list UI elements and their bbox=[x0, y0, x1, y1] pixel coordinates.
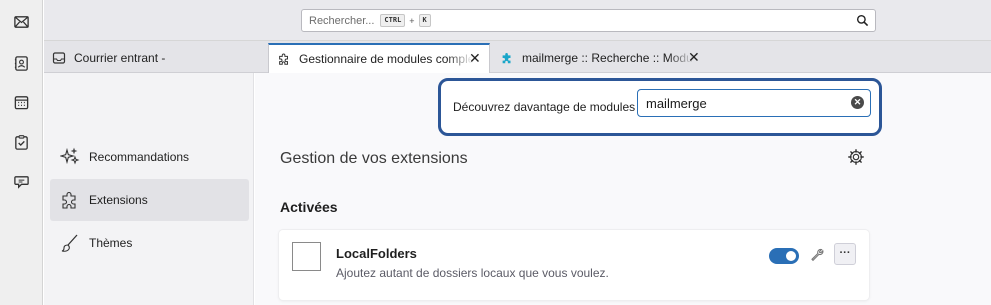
shortcut-plus: + bbox=[409, 15, 415, 26]
tasks-space-button[interactable] bbox=[11, 132, 31, 152]
tab-title: mailmerge :: Recherche :: Modules p bbox=[522, 51, 694, 65]
spaces-toolbar bbox=[0, 0, 43, 305]
calendar-space-button[interactable] bbox=[11, 92, 31, 112]
addon-enable-toggle[interactable] bbox=[769, 248, 799, 264]
calendar-icon bbox=[14, 95, 28, 109]
tab-inbox[interactable]: Courrier entrant - bbox=[44, 44, 256, 72]
puzzle-icon bbox=[62, 191, 76, 209]
mail-space-button[interactable] bbox=[11, 11, 31, 31]
close-tab-icon[interactable]: ✕ bbox=[688, 50, 702, 64]
section-heading-enabled: Activées bbox=[280, 199, 338, 215]
puzzle-icon bbox=[279, 53, 288, 65]
addon-card[interactable]: LocalFolders Ajoutez autant de dossiers … bbox=[279, 230, 869, 300]
addon-description: Ajoutez autant de dossiers locaux que vo… bbox=[336, 266, 609, 280]
tab-addons-manager[interactable]: Gestionnaire de modules compléme ✕ bbox=[268, 43, 490, 73]
search-placeholder: Rechercher... bbox=[309, 14, 375, 27]
search-icon[interactable] bbox=[856, 14, 869, 27]
addon-name: LocalFolders bbox=[336, 246, 417, 261]
wrench-icon bbox=[811, 248, 824, 262]
shortcut-key-k: K bbox=[418, 14, 431, 27]
address-book-icon bbox=[14, 55, 28, 71]
close-tab-icon[interactable]: ✕ bbox=[469, 51, 483, 65]
address-book-space-button[interactable] bbox=[11, 53, 31, 73]
clear-search-icon[interactable]: ✕ bbox=[851, 96, 864, 109]
tab-mailmerge-search[interactable]: mailmerge :: Recherche :: Modules p ✕ bbox=[492, 44, 708, 72]
inbox-icon bbox=[52, 52, 66, 64]
tasks-icon bbox=[14, 134, 28, 150]
addon-options-button[interactable] bbox=[806, 244, 828, 266]
addons-categories: Recommandations Extensions Thèmes bbox=[44, 73, 254, 305]
global-search-input[interactable]: Rechercher... CTRL + K bbox=[301, 9, 876, 32]
category-label: Thèmes bbox=[89, 236, 133, 250]
category-label: Extensions bbox=[89, 193, 148, 207]
category-label: Recommandations bbox=[89, 150, 190, 164]
addons-main-content: Découvrez davantage de modules mailmerge… bbox=[255, 73, 991, 305]
shortcut-key-ctrl: CTRL bbox=[380, 14, 406, 27]
chat-space-button[interactable] bbox=[11, 171, 31, 191]
discover-more-highlight: Découvrez davantage de modules mailmerge… bbox=[438, 78, 882, 136]
addon-icon bbox=[292, 242, 321, 271]
category-themes[interactable]: Thèmes bbox=[50, 222, 249, 264]
addon-more-options-button[interactable]: ··· bbox=[834, 243, 856, 265]
page-title: Gestion de vos extensions bbox=[280, 150, 468, 167]
brush-icon bbox=[61, 234, 78, 252]
addons-site-icon bbox=[502, 53, 511, 64]
discover-more-label: Découvrez davantage de modules bbox=[453, 100, 636, 114]
chat-icon bbox=[13, 175, 29, 189]
tabs-bar: Courrier entrant - Gestionnaire de modul… bbox=[44, 41, 991, 73]
mail-icon bbox=[13, 15, 29, 28]
sparkles-icon bbox=[60, 147, 80, 165]
gear-icon bbox=[848, 149, 864, 165]
addons-search-value: mailmerge bbox=[646, 95, 707, 111]
category-extensions[interactable]: Extensions bbox=[50, 179, 249, 221]
tab-title: Gestionnaire de modules compléme bbox=[299, 52, 473, 66]
category-recommendations[interactable]: Recommandations bbox=[50, 136, 249, 178]
addons-search-input[interactable]: mailmerge ✕ bbox=[637, 89, 871, 117]
tab-title: Courrier entrant - bbox=[74, 51, 166, 65]
tools-gear-button[interactable] bbox=[845, 146, 867, 168]
unified-toolbar: Rechercher... CTRL + K bbox=[44, 0, 991, 41]
